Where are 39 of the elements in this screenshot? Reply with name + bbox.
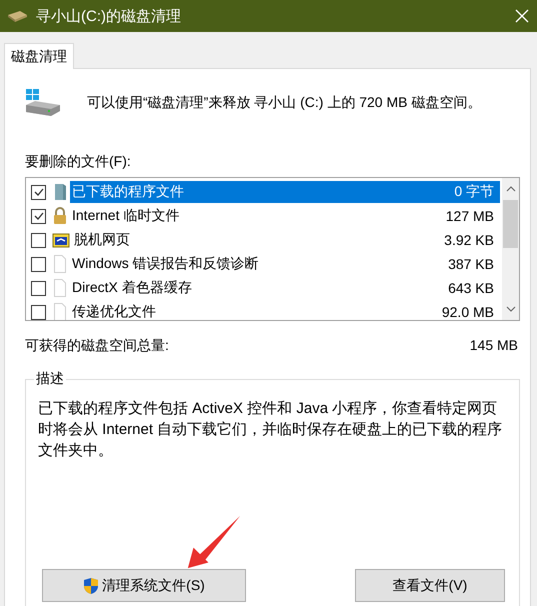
padlock-icon [52,207,68,225]
file-item[interactable]: Internet 临时文件 127 MB [70,205,500,227]
header-text: 可以使用“磁盘清理”来释放 寻小山 (C:) 上的 720 MB 磁盘空间。 [87,94,482,112]
scroll-down-icon[interactable] [506,306,516,312]
close-icon[interactable] [515,9,529,23]
document-icon [52,279,68,297]
checkbox[interactable] [31,280,46,296]
action-button[interactable]: 查看文件(V) [355,569,505,602]
file-list[interactable]: 已下载的程序文件 0 字节 Internet 临时文件 127 MB 脱机网页 3.92 KB Windows 错误报告和反馈诊断 387 KB DirectX 着色器缓存 643 KB 传递优化文件 92.0 MB [25,177,520,321]
file-item[interactable]: 脱机网页 3.92 KB [72,229,500,251]
description-text: 已下载的程序文件包括 ActiveX 控件和 Java 小程序，你查看特定网页时将会从 Internet 自动下载它们，并临时保存在硬盘上的已下载的程序文件夹中。 [38,399,504,461]
checkmark-icon [32,210,44,222]
folder-icon [52,183,68,201]
checkbox[interactable] [31,256,46,272]
scroll-up-icon[interactable] [506,186,516,192]
document-icon [52,255,68,273]
arrow-annotation [186,514,242,570]
file-item[interactable]: 传递优化文件 92.0 MB [70,301,500,320]
total-value: 145 MB [470,337,518,355]
files-label: 要删除的文件(F): [25,153,132,171]
file-item[interactable]: Windows 错误报告和反馈诊断 387 KB [70,253,500,275]
checkbox[interactable] [31,304,46,320]
total-label: 可获得的磁盘空间总量: [25,337,169,355]
checkbox[interactable] [31,208,46,224]
checkbox[interactable] [31,232,46,248]
folder-sync-icon [52,231,70,249]
scrollbar[interactable] [502,178,519,320]
document-icon [52,303,68,320]
window-title: 寻小山(C:)的磁盘清理 [36,6,182,26]
drive-icon [6,9,28,23]
checkmark-icon [32,186,44,198]
group-title: 描述 [34,370,66,388]
action-button[interactable]: 清理系统文件(S) [42,569,246,602]
shield-icon [83,576,100,594]
tab[interactable]: 磁盘清理 [4,43,74,69]
checkbox[interactable] [31,184,46,200]
hard-drive-icon [25,89,61,117]
file-item[interactable]: 已下载的程序文件 0 字节 [70,181,500,203]
file-item[interactable]: DirectX 着色器缓存 643 KB [70,277,500,299]
